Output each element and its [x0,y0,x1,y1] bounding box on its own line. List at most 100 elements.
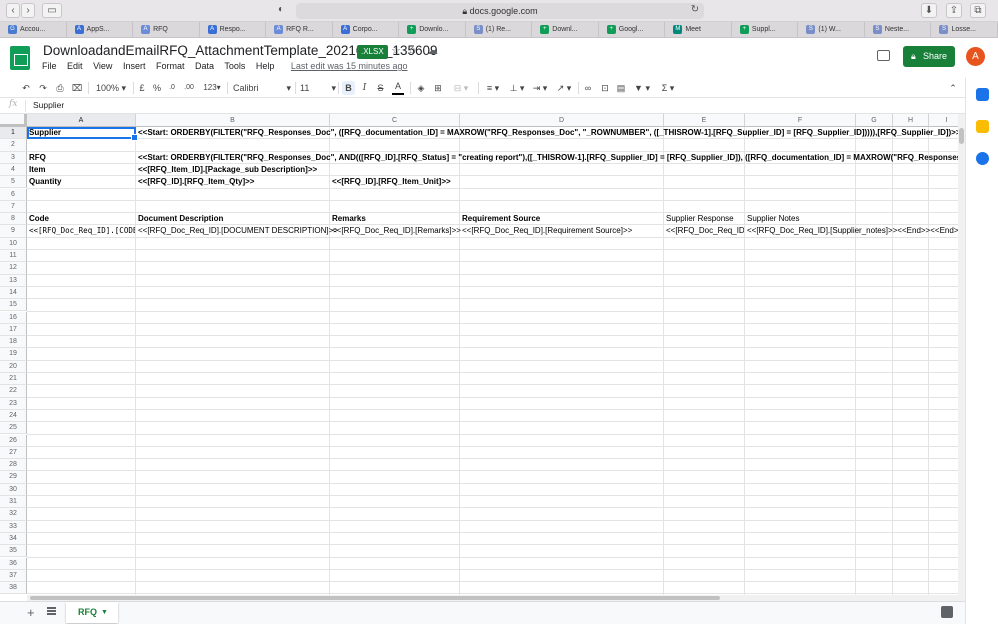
font-select[interactable]: Calibri ▾ [233,81,291,95]
browser-tab[interactable]: + Suppl... [732,22,799,37]
sheets-logo-icon[interactable] [10,46,30,70]
row-header-5[interactable]: 5 [0,176,27,189]
cell-a9[interactable]: <<[RFQ_Doc_Req_ID].[CODE]>> [27,225,135,237]
vertical-scrollbar[interactable] [958,114,965,595]
row-header-33[interactable]: 33 [0,520,27,533]
row-header-1[interactable]: 1 [0,127,27,140]
browser-tab[interactable]: A Corpo... [333,22,400,37]
filter-icon[interactable]: ▼ ▾ [632,81,652,95]
row-header-38[interactable]: 38 [0,582,27,595]
column-header-e[interactable]: E [664,114,745,127]
browser-tab[interactable]: + Downl... [532,22,599,37]
row-header-11[interactable]: 11 [0,250,27,263]
menu-data[interactable]: Data [195,61,214,71]
insert-link-icon[interactable]: ∞ [582,81,594,95]
cell-c5[interactable]: <<[RFQ_ID].[RFQ_Item_Unit]>> [330,176,451,188]
row-header-31[interactable]: 31 [0,496,27,509]
strikethrough-button[interactable]: S [375,81,386,95]
star-icon[interactable]: ☆ [391,44,401,57]
fill-color-icon[interactable]: ◈ [415,81,427,95]
text-rotate-icon[interactable]: ↗ ▾ [553,81,575,95]
vertical-align-icon[interactable]: ⊥ ▾ [507,81,527,95]
browser-tab[interactable]: A RFQ R... [266,22,333,37]
tasks-icon[interactable] [976,152,989,165]
cell-f9[interactable]: <<[RFQ_Doc_Req_ID].[Supplier_notes]>><<E… [745,225,958,237]
row-header-9[interactable]: 9 [0,225,27,238]
undo-icon[interactable]: ↶ [20,81,32,95]
spreadsheet-grid[interactable]: A B C D E F G H I 1 2 3 4 5 6 7 8 9 10 11 12 13 14 15 16 17 18 19 20… [0,114,958,595]
browser-tab[interactable]: S (1) Re... [466,22,533,37]
downloads-icon[interactable]: ⬇ [921,3,937,18]
row-header-19[interactable]: 19 [0,348,27,361]
row-header-34[interactable]: 34 [0,532,27,546]
cell-b5[interactable]: <<[RFQ_ID].[RFQ_Item_Qty]>> [136,176,254,188]
explore-icon[interactable] [941,606,953,618]
bold-button[interactable]: B [342,81,355,95]
row-header-22[interactable]: 22 [0,385,27,398]
row-header-24[interactable]: 24 [0,409,27,423]
text-wrap-icon[interactable]: ⇥ ▾ [530,81,550,95]
text-color-button[interactable]: A [392,81,404,95]
cell-e8[interactable]: Supplier Response [664,213,734,225]
browser-tab[interactable]: A Respo... [200,22,267,37]
cell-a5[interactable]: Quantity [27,176,61,188]
comments-icon[interactable] [877,50,890,61]
cell-b1[interactable]: <<Start: ORDERBY(FILTER("RFQ_Responses_D… [136,127,958,139]
insert-chart-icon[interactable]: ▤ [615,81,627,95]
menu-edit[interactable]: Edit [67,61,83,71]
functions-icon[interactable]: Σ ▾ [658,81,678,95]
row-header-29[interactable]: 29 [0,471,27,484]
row-header-6[interactable]: 6 [0,188,27,201]
row-header-28[interactable]: 28 [0,459,27,472]
row-header-16[interactable]: 16 [0,311,27,324]
browser-tab[interactable]: S Neste... [865,22,932,37]
menu-help[interactable]: Help [256,61,275,71]
vertical-scroll-thumb[interactable] [959,128,964,144]
column-header-h[interactable]: H [893,114,929,127]
column-header-f[interactable]: F [745,114,856,127]
cell-d8[interactable]: Requirement Source [460,213,540,225]
column-header-b[interactable]: B [136,114,330,127]
browser-tab[interactable]: + Googl... [599,22,666,37]
cell-c9[interactable]: <<[RFQ_Doc_Req_ID].[Remarks]>> [330,225,461,237]
horizontal-scroll-thumb[interactable] [30,596,720,600]
cell-a3[interactable]: RFQ [27,152,46,164]
column-header-i[interactable]: I [929,114,958,127]
share-button[interactable]: 🔒︎ Share [903,46,955,67]
all-sheets-icon[interactable] [47,607,56,615]
menu-insert[interactable]: Insert [123,61,146,71]
row-header-13[interactable]: 13 [0,274,27,287]
row-header-2[interactable]: 2 [0,139,27,152]
cell-f8[interactable]: Supplier Notes [745,213,799,225]
row-header-12[interactable]: 12 [0,262,27,275]
privacy-shield-icon[interactable]: ◐ [272,3,290,18]
menu-format[interactable]: Format [156,61,185,71]
row-header-35[interactable]: 35 [0,545,27,558]
row-header-14[interactable]: 14 [0,286,27,300]
row-header-23[interactable]: 23 [0,397,27,410]
keep-icon[interactable] [976,120,989,133]
sidebar-toggle-icon[interactable]: ▭ [42,3,62,18]
zoom-select[interactable]: 100% ▾ [93,81,129,95]
column-header-g[interactable]: G [856,114,893,127]
browser-tab[interactable]: + Downlo... [399,22,466,37]
browser-tab[interactable]: S (1) W... [798,22,865,37]
menu-file[interactable]: File [42,61,57,71]
row-header-27[interactable]: 27 [0,446,27,460]
browser-tab[interactable]: G Accou... [0,22,67,37]
tabs-overview-icon[interactable]: ⧉ [970,3,986,18]
collapse-toolbar-icon[interactable]: ⌃ [946,81,960,95]
row-header-36[interactable]: 36 [0,557,27,570]
back-button[interactable]: ‹ [6,3,20,18]
cell-b4[interactable]: <<[RFQ_Item_ID].[Package_sub Description… [136,164,317,176]
italic-button[interactable]: I [359,81,370,95]
row-header-25[interactable]: 25 [0,422,27,435]
row-header-10[interactable]: 10 [0,237,27,250]
row-header-32[interactable]: 32 [0,508,27,521]
row-header-30[interactable]: 30 [0,483,27,496]
row-header-37[interactable]: 37 [0,569,27,583]
cell-a4[interactable]: Item [27,164,45,176]
cell-c8[interactable]: Remarks [330,213,366,225]
cell-e9[interactable]: <<[RFQ_Doc_Req_ID] [664,225,744,237]
browser-tab[interactable]: A RFQ [133,22,200,37]
